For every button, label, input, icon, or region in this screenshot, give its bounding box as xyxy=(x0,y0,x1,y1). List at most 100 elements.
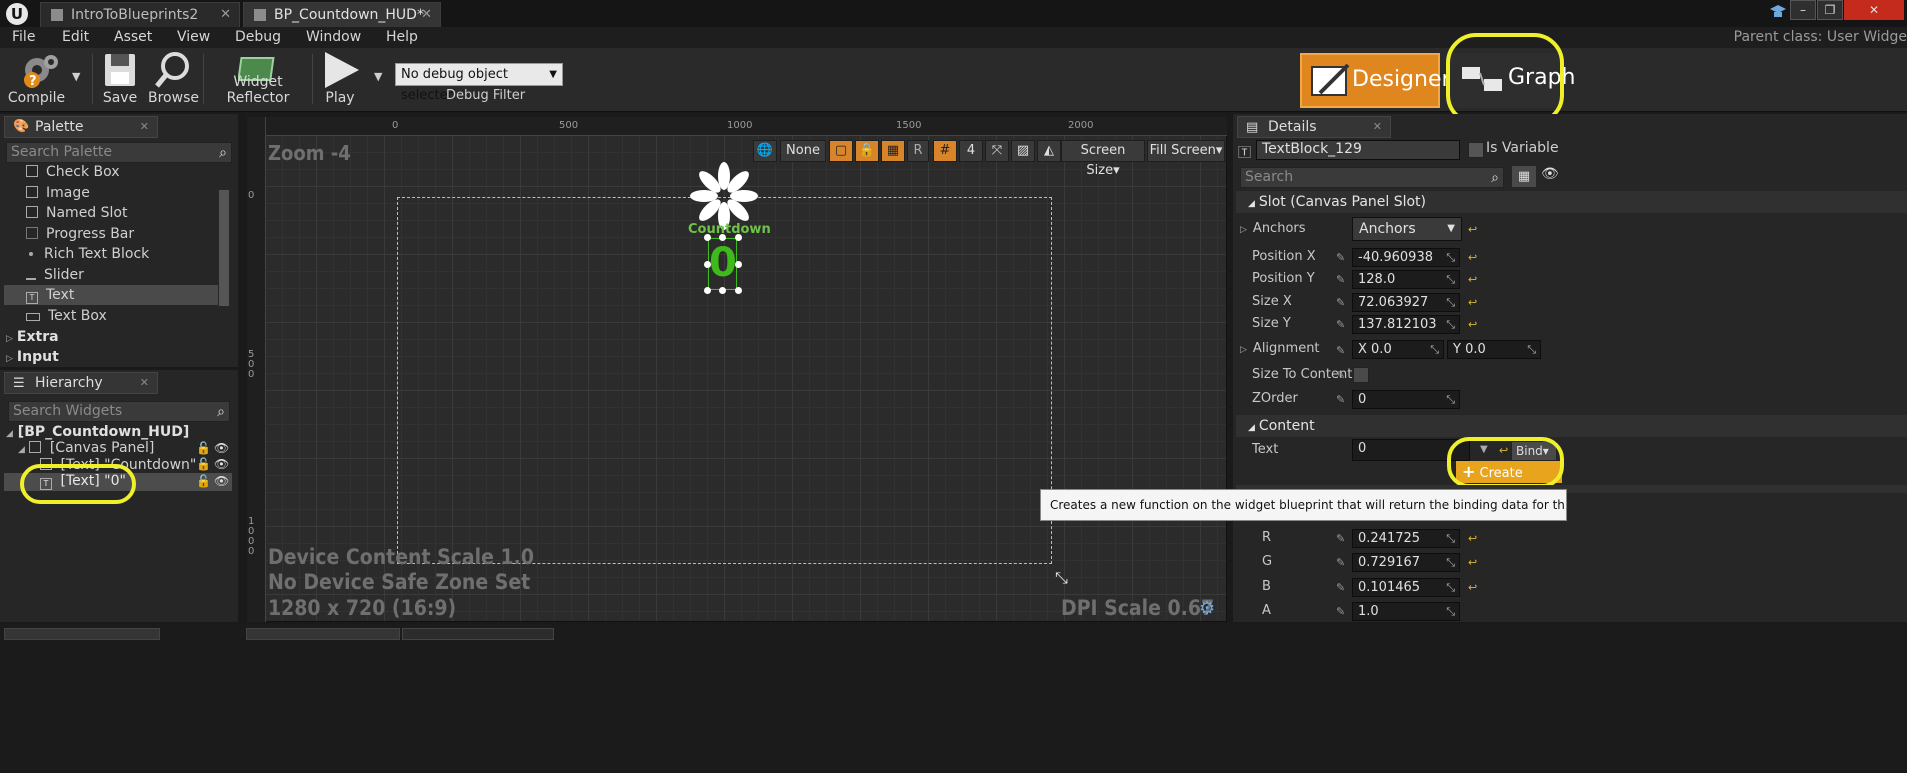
close-tab-icon[interactable]: ✕ xyxy=(140,373,149,393)
palette-item-slider[interactable]: Slider xyxy=(26,265,84,285)
reset-to-default-icon[interactable]: ↩ xyxy=(1468,296,1477,309)
menu-debug[interactable]: Debug xyxy=(235,27,281,48)
timeline-tab[interactable] xyxy=(246,628,400,640)
bind-property-icon[interactable]: ✎ xyxy=(1336,393,1345,406)
maximize-button[interactable]: ❐ xyxy=(1817,0,1843,20)
visibility-eye-icon[interactable]: 👁 xyxy=(214,457,229,471)
learn-icon[interactable] xyxy=(1768,2,1788,20)
widget-reflector-button[interactable]: Widget Reflector xyxy=(208,50,308,108)
close-window-button[interactable]: ✕ xyxy=(1844,0,1904,20)
resize-handle[interactable] xyxy=(719,234,726,241)
content-section-header[interactable]: ◢ Content xyxy=(1236,415,1907,437)
respect-locks-icon[interactable]: ▦ xyxy=(881,140,905,162)
grid-size-select[interactable]: 4 xyxy=(959,140,983,162)
bind-property-icon[interactable]: ✎ xyxy=(1336,296,1345,309)
search-widgets-input[interactable]: Search Widgets ⌕ xyxy=(8,401,230,422)
compile-options-dropdown[interactable]: ▼ xyxy=(72,70,80,83)
property-matrix-icon[interactable]: ▦ xyxy=(1512,166,1536,187)
menu-help[interactable]: Help xyxy=(386,27,418,48)
size-y-field[interactable]: 137.812103 ⤡ xyxy=(1352,315,1460,334)
menu-view[interactable]: View xyxy=(177,27,210,48)
slot-section-header[interactable]: ◢ Slot (Canvas Panel Slot) xyxy=(1236,191,1907,213)
palette-tab[interactable]: 🎨 Palette ✕ xyxy=(4,116,158,138)
transform-icon[interactable]: ⤧ xyxy=(985,140,1009,162)
bind-property-icon[interactable]: ✎ xyxy=(1336,273,1345,286)
r-toggle[interactable]: R xyxy=(907,140,929,162)
size-x-field[interactable]: 72.063927 ⤡ xyxy=(1352,293,1460,312)
selected-text-widget[interactable]: 0 xyxy=(708,238,737,290)
hierarchy-tab[interactable]: ☰ Hierarchy ✕ xyxy=(4,372,158,394)
palette-item-named-slot[interactable]: Named Slot xyxy=(26,203,127,223)
widget-name-field[interactable]: TextBlock_129 xyxy=(1256,140,1460,160)
palette-item-rich-text-block[interactable]: Rich Text Block xyxy=(26,244,149,264)
close-tab-icon[interactable]: ✕ xyxy=(421,3,432,27)
bind-property-icon[interactable]: ✎ xyxy=(1336,532,1345,545)
menu-asset[interactable]: Asset xyxy=(114,27,152,48)
is-variable-checkbox[interactable] xyxy=(1468,142,1484,158)
position-x-field[interactable]: -40.960938 ⤡ xyxy=(1352,248,1460,267)
reset-to-default-icon[interactable]: ↩ xyxy=(1468,251,1477,264)
visibility-eye-icon[interactable]: 👁 xyxy=(214,474,229,488)
view-options-eye-icon[interactable]: 👁 xyxy=(1541,166,1559,182)
browse-button[interactable]: Browse xyxy=(148,50,199,108)
reset-to-default-icon[interactable]: ↩ xyxy=(1468,581,1477,594)
reset-to-default-icon[interactable]: ↩ xyxy=(1468,532,1477,545)
color-g-field[interactable]: 0.729167 ⤡ xyxy=(1352,553,1460,572)
menu-file[interactable]: File xyxy=(12,27,35,48)
reset-to-default-icon[interactable]: ↩ xyxy=(1468,556,1477,569)
color-a-field[interactable]: 1.0 ⤡ xyxy=(1352,602,1460,621)
palette-item-text[interactable]: T Text xyxy=(26,285,74,305)
designer-mode-button[interactable]: Designer xyxy=(1300,53,1451,108)
zorder-field[interactable]: 0 ⤡ xyxy=(1352,390,1460,409)
hierarchy-root[interactable]: ◢ [BP_Countdown_HUD] xyxy=(6,424,189,440)
palette-item-text-box[interactable]: Text Box xyxy=(26,306,107,326)
lock-toggle-icon[interactable]: 🔒 xyxy=(855,140,879,162)
resize-handle[interactable] xyxy=(735,261,742,268)
menu-edit[interactable]: Edit xyxy=(62,27,89,48)
save-button[interactable]: Save xyxy=(96,50,144,108)
bind-property-icon[interactable]: ✎ xyxy=(1336,318,1345,331)
alignment-row-label[interactable]: ▷ Alignment xyxy=(1240,338,1320,360)
alignment-x-field[interactable]: X 0.0 ⤡ xyxy=(1352,340,1444,359)
position-y-field[interactable]: 128.0 ⤡ xyxy=(1352,270,1460,289)
debug-object-select[interactable]: No debug object selected ▼ xyxy=(395,63,563,103)
play-button[interactable]: Play xyxy=(316,50,364,108)
screen-size-dropdown[interactable]: Screen Size▾ xyxy=(1061,140,1145,178)
menu-window[interactable]: Window xyxy=(306,27,361,48)
close-tab-icon[interactable]: ✕ xyxy=(1373,117,1382,137)
bind-property-icon[interactable]: ✎ xyxy=(1336,369,1345,382)
color-r-field[interactable]: 0.241725 ⤡ xyxy=(1352,529,1460,548)
preview-none-button[interactable]: None xyxy=(780,140,826,162)
palette-item-image[interactable]: Image xyxy=(26,183,90,203)
alignment-y-field[interactable]: Y 0.0 ⤡ xyxy=(1447,340,1541,359)
size-to-content-checkbox[interactable] xyxy=(1353,367,1369,383)
world-space-icon[interactable]: 🌐 xyxy=(753,140,777,162)
bind-property-icon[interactable]: ✎ xyxy=(1336,605,1345,618)
flip-icon[interactable]: ◭ xyxy=(1037,140,1061,162)
palette-category-input[interactable]: ▷ Input xyxy=(6,347,59,367)
resize-handle[interactable] xyxy=(704,234,711,241)
resize-handle[interactable] xyxy=(735,234,742,241)
bind-property-icon[interactable]: ✎ xyxy=(1336,556,1345,569)
palette-item-progress-bar[interactable]: Progress Bar xyxy=(26,224,134,244)
grid-snap-icon[interactable]: # xyxy=(933,140,957,162)
tab-bp-countdown-hud[interactable]: BP_Countdown_HUD* ✕ xyxy=(243,2,441,27)
resize-handle[interactable] xyxy=(704,261,711,268)
anchor-flower-icon[interactable] xyxy=(690,162,758,230)
hierarchy-canvas-panel[interactable]: ◢ [Canvas Panel] xyxy=(18,440,154,456)
details-search-input[interactable]: Search ⌕ xyxy=(1240,167,1504,188)
dpi-settings-gear-icon[interactable]: ⚙ xyxy=(1199,598,1215,619)
lock-icon[interactable]: 🔓 xyxy=(196,474,211,488)
search-palette-input[interactable]: Search Palette ⌕ xyxy=(6,142,232,163)
resize-handle[interactable] xyxy=(704,287,711,294)
compiler-results-tab[interactable] xyxy=(402,628,554,640)
close-tab-icon[interactable]: ✕ xyxy=(220,3,231,27)
play-options-dropdown[interactable]: ▼ xyxy=(374,70,382,83)
fill-screen-dropdown[interactable]: Fill Screen▾ xyxy=(1147,140,1225,162)
resize-handle[interactable] xyxy=(719,287,726,294)
compile-button[interactable]: ? Compile xyxy=(4,50,79,108)
lock-icon[interactable]: 🔓 xyxy=(196,457,211,471)
color-b-field[interactable]: 0.101465 ⤡ xyxy=(1352,578,1460,597)
countdown-text-widget[interactable]: Countdown xyxy=(688,222,771,237)
palette-item-check-box[interactable]: Check Box xyxy=(26,162,120,182)
